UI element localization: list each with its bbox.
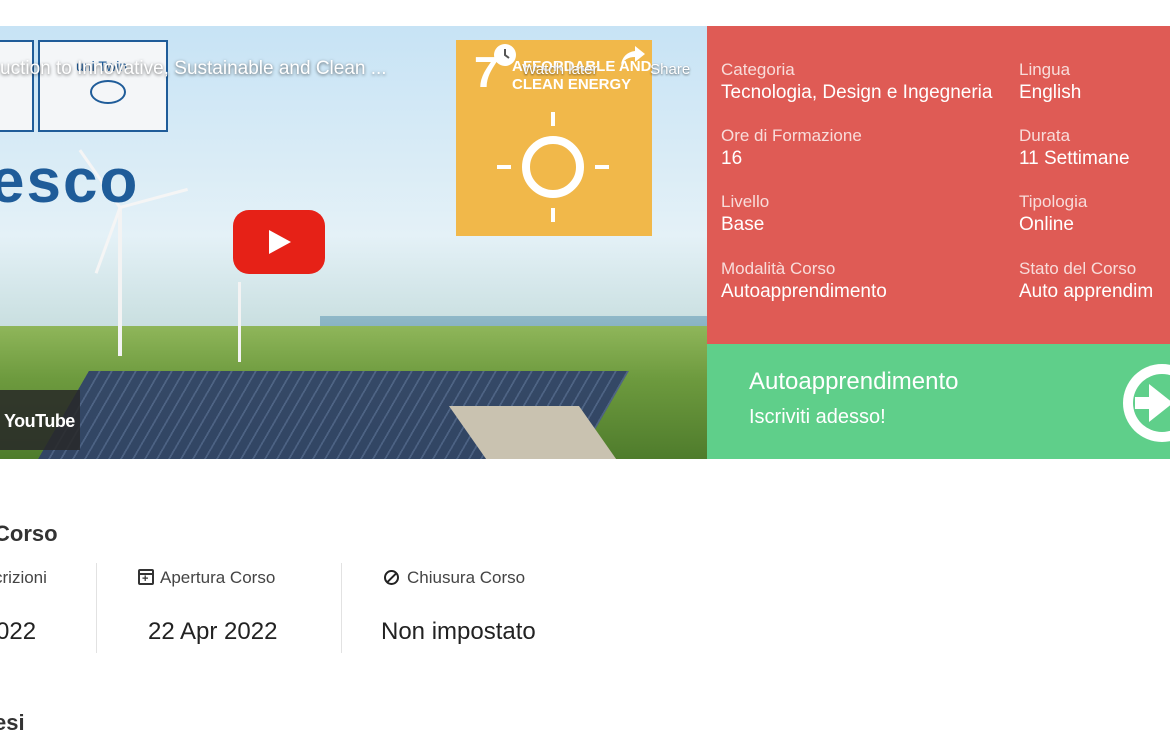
share-button[interactable]: Share [620, 42, 690, 78]
course-info-panel: Categoria Tecnologia, Design e Ingegneri… [707, 26, 1170, 344]
info-stato: Stato del Corso Auto apprendim [1019, 259, 1153, 305]
info-label: Ore di Formazione [721, 126, 862, 145]
info-label: Lingua [1019, 60, 1071, 79]
info-value: Auto apprendim [1019, 281, 1154, 302]
date-value: Non impostato [381, 618, 536, 645]
info-label: Categoria [721, 60, 795, 79]
youtube-logo[interactable]: YouTube [0, 390, 80, 450]
info-lingua: Lingua English [1019, 60, 1081, 106]
chiusura-label-text: Chiusura Corso [407, 568, 526, 587]
wind-turbine [118, 206, 122, 356]
video-title[interactable]: uction to Innovative, Sustainable and Cl… [0, 58, 387, 80]
course-dates: crizioni 022 Apertura Corso 22 Apr 2022 … [0, 563, 600, 653]
date-label: Apertura Corso [138, 568, 275, 588]
info-value: Autoapprendimento [721, 281, 887, 302]
next-section-title: esi [0, 710, 25, 730]
clock-icon [494, 44, 516, 66]
share-label: Share [650, 61, 691, 78]
info-tipologia: Tipologia Online [1019, 192, 1087, 238]
brand-text: esco [0, 147, 140, 216]
divider [341, 563, 342, 653]
date-iscrizioni: crizioni 022 [0, 563, 96, 653]
enroll-title: Autoapprendimento [749, 368, 959, 395]
info-value: English [1019, 82, 1082, 103]
share-icon [621, 46, 645, 65]
info-label: Durata [1019, 126, 1071, 145]
enroll-button[interactable]: Autoapprendimento Iscriviti adesso! [707, 344, 1170, 459]
arrow-right-circle-icon [1123, 364, 1170, 442]
wind-turbine [238, 282, 241, 362]
date-value: 22 Apr 2022 [148, 618, 278, 645]
info-ore: Ore di Formazione 16 [721, 126, 862, 172]
play-button[interactable] [233, 210, 325, 274]
date-apertura: Apertura Corso 22 Apr 2022 [96, 563, 341, 653]
date-label: Chiusura Corso [384, 568, 525, 588]
apertura-label-text: Apertura Corso [160, 568, 276, 587]
sdg-text-line2: CLEAN ENERGY [512, 76, 632, 93]
date-value: 022 [0, 618, 37, 645]
watch-later-button[interactable]: Watch later [492, 42, 597, 78]
info-label: Tipologia [1019, 192, 1088, 211]
info-categoria: Categoria Tecnologia, Design e Ingegneri… [721, 60, 992, 106]
sun-power-icon [522, 136, 584, 198]
info-livello: Livello Base [721, 192, 769, 238]
info-label: Livello [721, 192, 770, 211]
info-value: 11 Settimane [1019, 148, 1130, 169]
info-value: Base [721, 214, 765, 235]
info-value: 16 [721, 148, 743, 169]
watch-later-label: Watch later [522, 61, 598, 78]
calendar-plus-icon [138, 569, 154, 585]
globe-icon [90, 80, 126, 104]
ban-icon [384, 570, 399, 585]
play-icon [269, 230, 291, 254]
course-video-player[interactable]: uni Twin esco 7 AFFORDABLE AND CLEAN ENE… [0, 26, 707, 459]
info-durata: Durata 11 Settimane [1019, 126, 1130, 172]
divider [96, 563, 97, 653]
sun-ray [551, 208, 555, 222]
info-value: Online [1019, 214, 1074, 235]
enroll-subtitle: Iscriviti adesso! [749, 406, 886, 428]
sun-ray [595, 165, 609, 169]
info-label: Stato del Corso [1019, 259, 1137, 278]
sun-ray [497, 165, 511, 169]
sun-ray [551, 112, 555, 126]
section-title: Corso [0, 521, 58, 546]
info-modalita: Modalità Corso Autoapprendimento [721, 259, 887, 305]
date-label: crizioni [0, 568, 47, 587]
date-chiusura: Chiusura Corso Non impostato [341, 563, 591, 653]
info-label: Modalità Corso [721, 259, 836, 278]
logo-strip [0, 40, 34, 132]
info-value: Tecnologia, Design e Ingegneria [721, 82, 993, 103]
unitwin-logo: uni Twin [38, 40, 168, 132]
